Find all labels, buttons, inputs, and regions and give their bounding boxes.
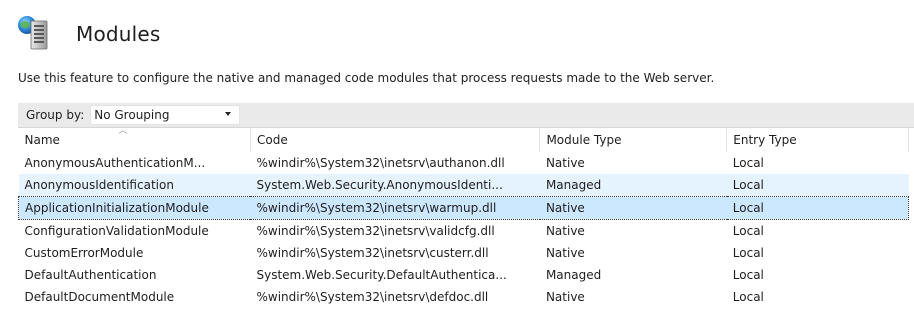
cell-entry-type: Local (732, 246, 764, 260)
column-header-entry-type[interactable]: Entry Type (726, 128, 909, 152)
feature-description: Use this feature to configure the native… (18, 71, 715, 85)
page-header: Modules (16, 14, 161, 54)
cell-name: CustomErrorModule (24, 246, 144, 260)
cell-code: System.Web.Security.AnonymousIdenti... (250, 174, 540, 197)
cell-code: %windir%\System32\inetsrv\authanon.dll (256, 156, 505, 170)
table-row[interactable]: CustomErrorModule %windir%\System32\inets… (19, 242, 909, 264)
group-by-dropdown[interactable]: No Grouping (90, 105, 241, 125)
cell-name: ApplicationInitializationModule (18, 196, 251, 220)
cell-code: %windir%\System32\inetsrv\custerr.dll (256, 246, 489, 260)
cell-module-type: Native (545, 224, 585, 238)
page-title: Modules (76, 22, 161, 46)
sort-ascending-icon: ︿ (118, 128, 128, 136)
cell-module-type: Managed (545, 268, 602, 282)
table-row[interactable]: DefaultDocumentModule %windir%\System32\i… (19, 286, 909, 308)
table-row[interactable]: DefaultAuthentication System.Web.Security… (19, 264, 909, 286)
cell-entry-type: Local (732, 224, 764, 238)
cell-code: %windir%\System32\inetsrv\validcfg.dll (256, 224, 495, 238)
cell-name: ConfigurationValidationModule (24, 224, 209, 238)
cell-name: DefaultDocumentModule (24, 290, 175, 304)
group-by-label: Group by: (26, 108, 85, 122)
cell-module-type: Managed (539, 174, 727, 197)
cell-module-type: Native (545, 246, 585, 260)
table-row[interactable]: ConfigurationValidationModule %windir%\Sy… (19, 220, 909, 243)
table-row[interactable]: ApplicationInitializationModule %windir%\… (18, 196, 909, 220)
cell-module-type: Native (545, 156, 585, 170)
chevron-down-icon (225, 112, 232, 116)
column-header-name[interactable]: ︿ Name (18, 128, 251, 152)
group-by-value: No Grouping (94, 108, 170, 122)
cell-code: System.Web.Security.DefaultAuthentica... (256, 268, 507, 282)
column-header-code[interactable]: Code (250, 128, 541, 152)
modules-table: ︿ Name Code Module Type Entry Type Anony… (18, 128, 914, 316)
table-header-row: ︿ Name Code Module Type Entry Type (18, 128, 909, 152)
cell-entry-type: Local (726, 174, 909, 197)
cell-name: AnonymousIdentification (18, 174, 251, 197)
group-by-toolbar: Group by: No Grouping (18, 103, 914, 128)
table-row[interactable]: AnonymousAuthenticationM... %windir%\Syst… (19, 152, 909, 174)
cell-entry-type: Local (732, 156, 764, 170)
cell-code: %windir%\System32\inetsrv\warmup.dll (250, 196, 540, 220)
cell-code: %windir%\System32\inetsrv\defdoc.dll (256, 290, 489, 304)
cell-entry-type: Local (726, 196, 909, 220)
cell-entry-type: Local (732, 290, 764, 304)
column-header-module-type[interactable]: Module Type (539, 128, 728, 152)
cell-name: AnonymousAuthenticationM... (24, 156, 206, 170)
modules-icon (16, 15, 54, 53)
table-row[interactable]: AnonymousIdentification System.Web.Securi… (18, 174, 909, 197)
cell-name: DefaultAuthentication (24, 268, 157, 282)
cell-module-type: Native (539, 196, 727, 220)
cell-module-type: Native (545, 290, 585, 304)
cell-entry-type: Local (732, 268, 764, 282)
